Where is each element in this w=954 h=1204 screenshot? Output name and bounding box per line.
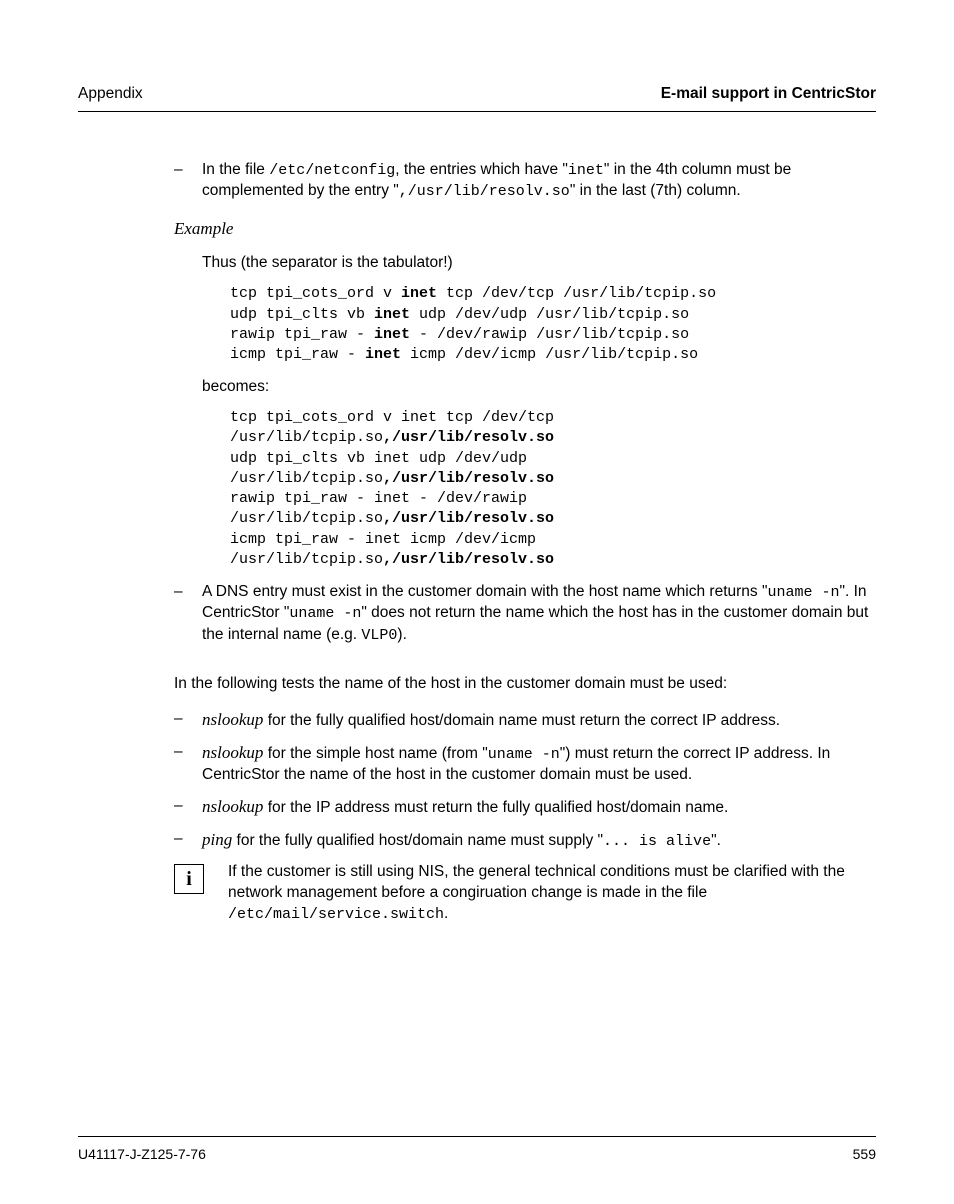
code-block-before: tcp tpi_cots_ord v inet tcp /dev/tcp /us…	[230, 284, 876, 365]
page-footer: U41117-J-Z125-7-76 559	[78, 1136, 876, 1164]
info-box: i If the customer is still using NIS, th…	[174, 862, 876, 925]
bullet-dash: –	[174, 582, 202, 646]
code-block-after: tcp tpi_cots_ord v inet tcp /dev/tcp/usr…	[230, 408, 876, 570]
example-label: Example	[174, 218, 876, 241]
page: Appendix E-mail support in CentricStor –…	[0, 0, 954, 1204]
bullet-text: In the file /etc/netconfig, the entries …	[202, 160, 876, 203]
tests-list: –nslookup for the fully qualified host/d…	[174, 709, 876, 852]
header-right: E-mail support in CentricStor	[661, 84, 876, 105]
tests-intro: In the following tests the name of the h…	[174, 674, 876, 695]
list-item: –ping for the fully qualified host/domai…	[174, 829, 876, 852]
info-text: If the customer is still using NIS, the …	[228, 862, 876, 925]
bullet-dns: – A DNS entry must exist in the customer…	[174, 582, 876, 646]
bullet-netconfig: – In the file /etc/netconfig, the entrie…	[174, 160, 876, 203]
bullet-text: A DNS entry must exist in the customer d…	[202, 582, 876, 646]
bullet-dash: –	[174, 160, 202, 203]
page-header: Appendix E-mail support in CentricStor	[78, 84, 876, 112]
content: – In the file /etc/netconfig, the entrie…	[78, 160, 876, 925]
becomes-label: becomes:	[202, 377, 876, 398]
footer-left: U41117-J-Z125-7-76	[78, 1145, 206, 1164]
list-item: –nslookup for the simple host name (from…	[174, 742, 876, 786]
thus-line: Thus (the separator is the tabulator!)	[202, 253, 876, 274]
list-item: –nslookup for the fully qualified host/d…	[174, 709, 876, 732]
info-icon: i	[174, 864, 204, 894]
footer-right: 559	[853, 1145, 876, 1164]
header-left: Appendix	[78, 84, 143, 105]
list-item: –nslookup for the IP address must return…	[174, 796, 876, 819]
